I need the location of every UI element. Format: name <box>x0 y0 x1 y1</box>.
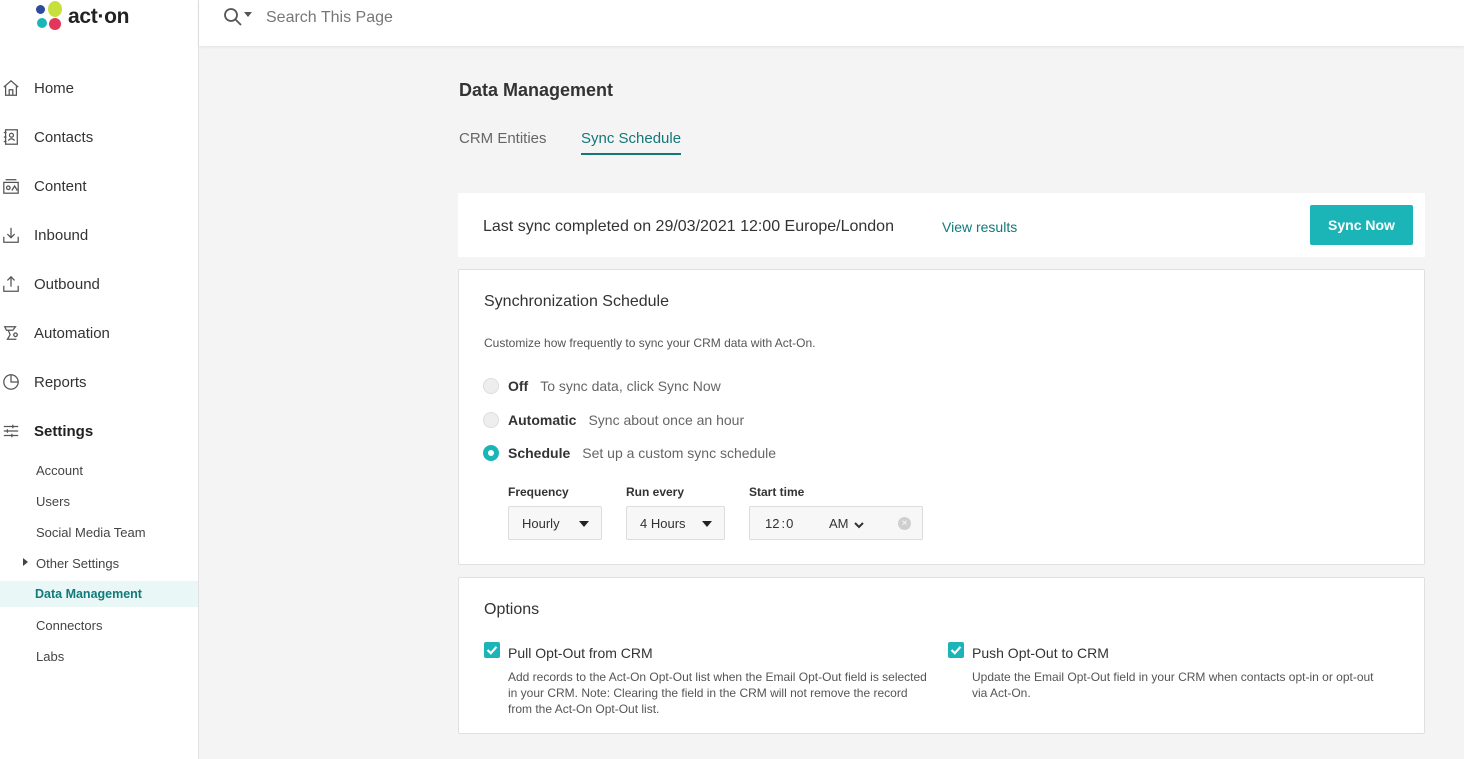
tab-sync-schedule[interactable]: Sync Schedule <box>581 130 682 155</box>
nav-content-label: Content <box>34 177 87 195</box>
nav-reports[interactable]: Reports <box>0 370 199 394</box>
nav-contacts[interactable]: Contacts <box>0 125 199 149</box>
sub-other-label: Other Settings <box>36 555 120 571</box>
start-separator: : <box>781 515 786 531</box>
tab-crm-entities[interactable]: CRM Entities <box>459 130 547 147</box>
start-time-picker[interactable]: 12 : 0 AM × <box>749 506 923 540</box>
radio-schedule[interactable]: Schedule Set up a custom sync schedule <box>483 443 776 463</box>
run-every-label: Run every <box>626 485 685 499</box>
radio-off-control[interactable] <box>483 378 499 394</box>
pull-opt-out-checkbox[interactable] <box>484 642 500 658</box>
sub-account-label: Account <box>36 462 83 478</box>
nav-automation[interactable]: Automation <box>0 321 199 345</box>
sub-data-mgmt-label: Data Management <box>35 587 142 601</box>
frequency-value: Hourly <box>522 515 560 531</box>
inbound-icon <box>1 225 21 245</box>
radio-schedule-label: Schedule <box>508 445 571 461</box>
sub-social-label: Social Media Team <box>36 524 146 540</box>
frequency-label: Frequency <box>508 485 569 499</box>
sub-labs-label: Labs <box>36 648 65 664</box>
radio-schedule-control[interactable] <box>483 445 499 461</box>
contacts-icon <box>1 127 21 147</box>
check-icon <box>486 646 498 655</box>
sync-now-button[interactable]: Sync Now <box>1310 205 1413 245</box>
start-minute[interactable]: 0 <box>786 516 793 531</box>
caret-down-icon <box>702 521 712 527</box>
pie-chart-icon <box>1 372 21 392</box>
sidebar: act·on Home Contacts Content Inbound Out… <box>0 0 199 759</box>
radio-automatic[interactable]: Automatic Sync about once an hour <box>483 410 744 430</box>
nav-reports-label: Reports <box>34 373 87 391</box>
caret-right-icon <box>23 558 28 566</box>
sub-social-media-team[interactable]: Social Media Team <box>0 519 198 545</box>
radio-off-desc: To sync data, click Sync Now <box>540 378 721 394</box>
search-icon <box>224 8 242 26</box>
search-input[interactable] <box>266 6 666 30</box>
start-hour[interactable]: 12 <box>765 516 779 531</box>
sub-other-settings[interactable]: Other Settings <box>0 550 198 576</box>
sub-users-label: Users <box>36 493 70 509</box>
logo-text: act·on <box>68 5 130 28</box>
run-every-value: 4 Hours <box>640 515 686 531</box>
nav-home[interactable]: Home <box>0 76 199 100</box>
view-results-link[interactable]: View results <box>942 219 1017 235</box>
schedule-title: Synchronization Schedule <box>484 293 670 310</box>
nav-settings[interactable]: Settings <box>0 419 199 443</box>
logo-icon <box>36 1 66 33</box>
content-icon <box>1 176 21 196</box>
last-sync-bar: Last sync completed on 29/03/2021 12:00 … <box>458 193 1425 257</box>
sub-connectors[interactable]: Connectors <box>0 612 198 638</box>
outbound-icon <box>1 274 21 294</box>
run-every-select[interactable]: 4 Hours <box>626 506 725 540</box>
start-ampm[interactable]: AM <box>829 516 849 531</box>
start-time-label: Start time <box>749 485 805 499</box>
push-opt-out-checkbox[interactable] <box>948 642 964 658</box>
page-title: Data Management <box>459 80 614 100</box>
synchronization-schedule-card: Synchronization Schedule Customize how f… <box>458 269 1425 565</box>
sub-data-management[interactable]: Data Management <box>0 581 198 607</box>
brand-logo[interactable]: act·on <box>36 0 130 34</box>
radio-off[interactable]: Off To sync data, click Sync Now <box>483 376 721 396</box>
frequency-select[interactable]: Hourly <box>508 506 602 540</box>
push-opt-out-desc: Update the Email Opt-Out field in your C… <box>972 670 1374 700</box>
sub-users[interactable]: Users <box>0 488 198 514</box>
schedule-description: Customize how frequently to sync your CR… <box>484 336 816 350</box>
nav-inbound-label: Inbound <box>34 226 89 244</box>
pull-opt-out-desc: Add records to the Act-On Opt-Out list w… <box>508 670 927 716</box>
nav-settings-label: Settings <box>34 422 94 440</box>
sub-account[interactable]: Account <box>0 457 198 483</box>
automation-icon <box>1 323 21 343</box>
pull-opt-out-label: Pull Opt-Out from CRM <box>508 645 653 661</box>
home-icon <box>1 78 21 98</box>
options-card: Options Pull Opt-Out from CRM Add record… <box>458 577 1425 734</box>
nav-home-label: Home <box>34 79 75 97</box>
nav-outbound-label: Outbound <box>34 275 100 293</box>
radio-automatic-desc: Sync about once an hour <box>588 412 745 428</box>
sub-labs[interactable]: Labs <box>0 643 198 669</box>
sliders-icon <box>1 421 21 441</box>
radio-automatic-label: Automatic <box>508 412 577 428</box>
clear-icon[interactable]: × <box>898 517 911 530</box>
nav-inbound[interactable]: Inbound <box>0 223 199 247</box>
search-scope-dropdown[interactable] <box>223 6 255 28</box>
check-icon <box>950 646 962 655</box>
caret-down-icon <box>244 11 252 17</box>
radio-schedule-desc: Set up a custom sync schedule <box>582 445 777 461</box>
push-opt-out-label: Push Opt-Out to CRM <box>972 645 1109 661</box>
radio-automatic-control[interactable] <box>483 412 499 428</box>
sub-connectors-label: Connectors <box>36 617 103 633</box>
chevron-down-icon[interactable] <box>854 517 864 529</box>
options-title: Options <box>484 601 540 618</box>
nav-automation-label: Automation <box>34 324 110 342</box>
nav-content[interactable]: Content <box>0 174 199 198</box>
top-bar <box>199 0 1464 46</box>
radio-off-label: Off <box>508 378 529 394</box>
nav-contacts-label: Contacts <box>34 128 94 146</box>
last-sync-text: Last sync completed on 29/03/2021 12:00 … <box>483 218 894 235</box>
caret-down-icon <box>579 521 589 527</box>
nav-outbound[interactable]: Outbound <box>0 272 199 296</box>
